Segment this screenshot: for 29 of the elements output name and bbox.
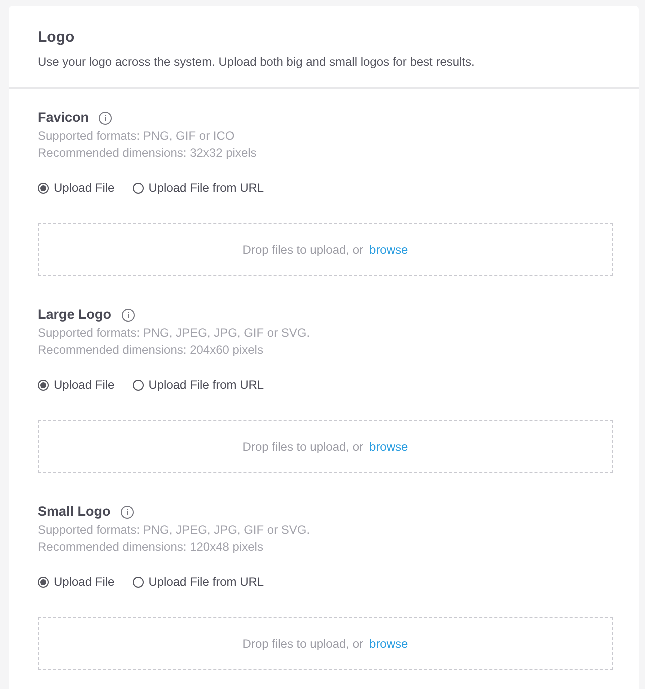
recommended-dimensions: Recommended dimensions: 32x32 pixels [38, 145, 258, 162]
radio-option[interactable]: Upload File from URL [132, 377, 264, 393]
info-icon[interactable] [120, 506, 134, 518]
radio-icon[interactable] [132, 380, 144, 390]
radio-option[interactable]: Upload File [38, 377, 115, 393]
radio-icon[interactable] [132, 182, 144, 194]
card-description: Use your logo across the system. Upload both big and small logos for best results. [38, 54, 476, 70]
radio-icon[interactable] [132, 576, 144, 588]
radio-selected-icon[interactable] [38, 576, 49, 588]
card-title: Logo [38, 28, 76, 48]
drop-hint: Drop files to upload, or [242, 440, 364, 454]
radio-option[interactable]: Upload File [38, 574, 115, 590]
section-title: Favicon [38, 109, 90, 127]
radio-option[interactable]: Upload File from URL [132, 574, 264, 590]
section-title: Large Logo [38, 306, 112, 324]
radio-selected-icon[interactable] [38, 380, 49, 390]
recommended-dimensions: Recommended dimensions: 204x60 pixels [38, 342, 264, 359]
supported-formats: Supported formats: PNG, JPEG, JPG, GIF or SVG. [38, 522, 312, 539]
drop-hint: Drop files to upload, or [242, 242, 364, 256]
supported-formats: Supported formats: PNG, JPEG, JPG, GIF or SVG. [38, 325, 312, 342]
section-title: Small Logo [38, 503, 111, 521]
supported-formats: Supported formats: PNG, GIF or ICO [38, 128, 236, 145]
radio-option[interactable]: Upload File from URL [132, 180, 264, 196]
info-icon[interactable] [122, 308, 134, 322]
drop-hint: Drop files to upload, or [242, 636, 364, 650]
radio-option[interactable]: Upload File [38, 180, 115, 196]
recommended-dimensions: Recommended dimensions: 120x48 pixels [38, 539, 264, 556]
info-icon[interactable] [99, 112, 112, 124]
radio-selected-icon[interactable] [38, 182, 49, 194]
